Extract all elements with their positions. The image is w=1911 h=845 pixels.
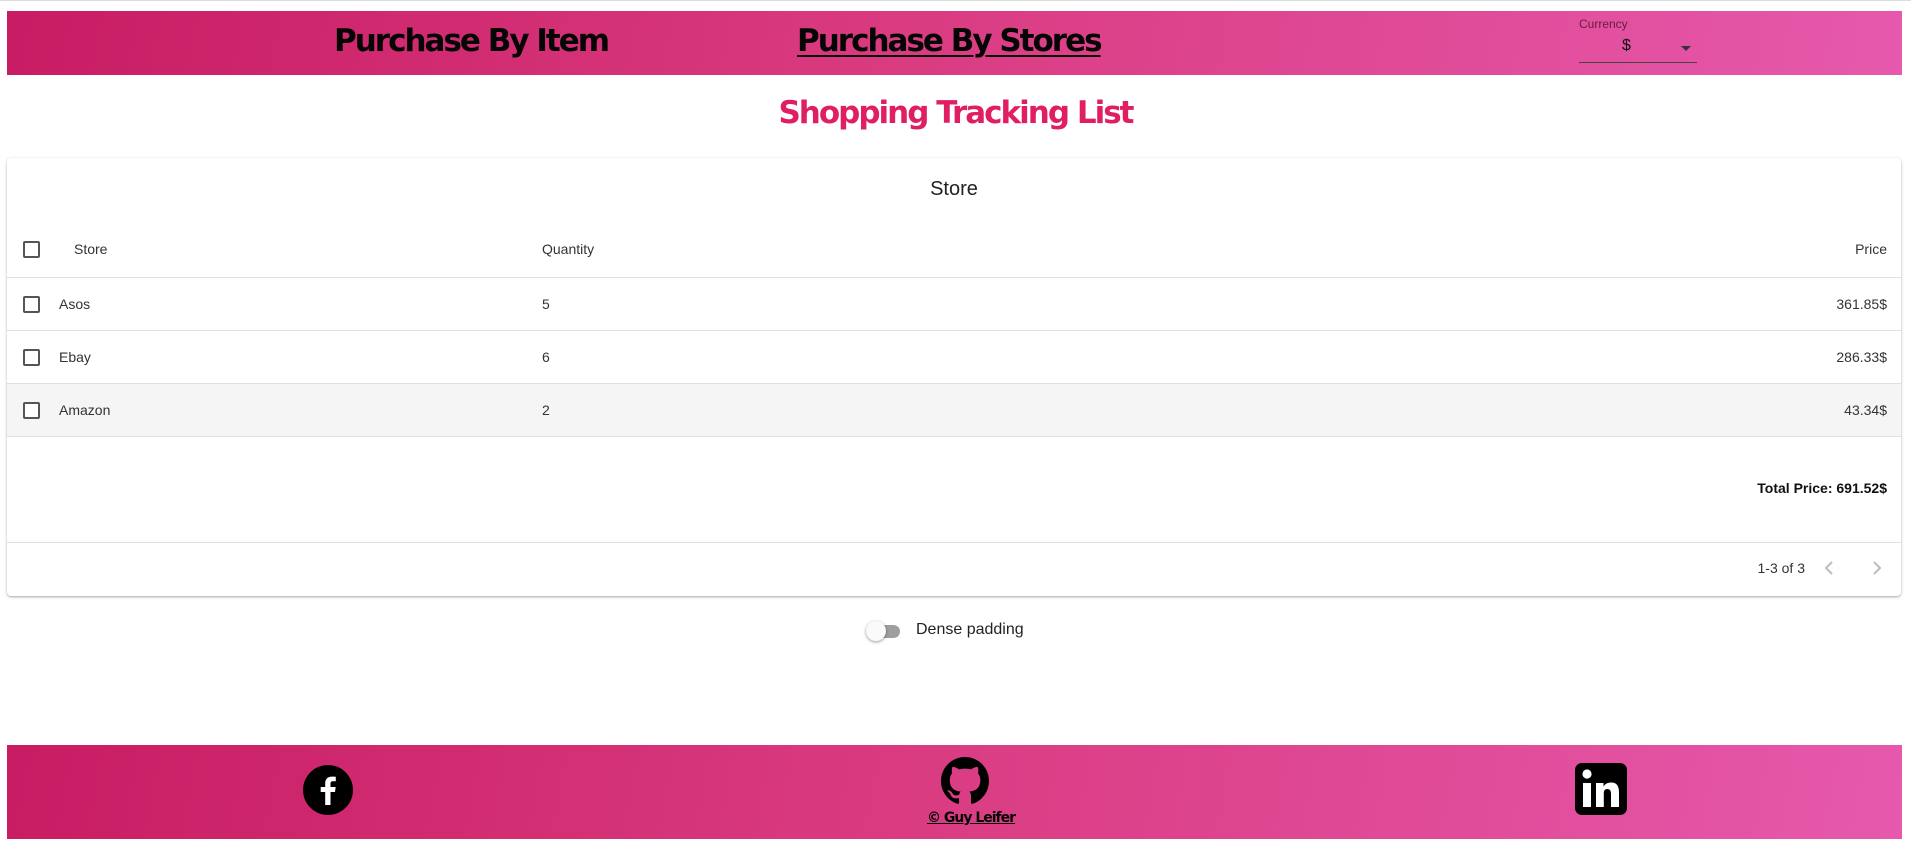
- row-price: 286.33$: [1836, 349, 1887, 365]
- currency-select[interactable]: Currency $: [1579, 17, 1697, 69]
- column-header-store[interactable]: Store: [74, 241, 107, 257]
- header-bar: Purchase By Item Purchase By Stores Curr…: [7, 11, 1902, 75]
- row-price: 43.34$: [1844, 402, 1887, 418]
- nav-purchase-by-item[interactable]: Purchase By Item: [334, 23, 610, 59]
- footer-divider: [7, 542, 1901, 543]
- facebook-icon: [303, 765, 353, 815]
- github-link[interactable]: [941, 757, 989, 805]
- linkedin-icon: [1575, 763, 1627, 815]
- copyright-text[interactable]: © Guy Leifer: [927, 810, 1016, 826]
- currency-label: Currency: [1579, 17, 1628, 31]
- footer-bar: © Guy Leifer: [7, 745, 1902, 839]
- dense-padding-label: Dense padding: [916, 621, 1024, 638]
- row-store: Asos: [59, 296, 91, 312]
- dropdown-arrow-icon[interactable]: [1681, 46, 1691, 51]
- currency-value[interactable]: $: [1622, 37, 1631, 55]
- github-icon: [941, 757, 989, 804]
- row-quantity: 5: [542, 296, 550, 312]
- previous-page-button[interactable]: [1817, 556, 1841, 580]
- column-header-quantity[interactable]: Quantity: [542, 241, 594, 257]
- select-all-checkbox[interactable]: [23, 241, 40, 258]
- row-store: Ebay: [59, 349, 91, 365]
- chevron-right-icon: [1873, 561, 1882, 575]
- row-quantity: 6: [542, 349, 550, 365]
- page-title: Shopping Tracking List: [778, 95, 1134, 131]
- column-header-price[interactable]: Price: [1855, 241, 1887, 257]
- pagination-label: 1-3 of 3: [1757, 560, 1805, 576]
- linkedin-link[interactable]: [1575, 763, 1627, 815]
- facebook-link[interactable]: [303, 765, 353, 815]
- row-checkbox[interactable]: [23, 349, 40, 366]
- next-page-button[interactable]: [1865, 556, 1889, 580]
- table-title: Store: [930, 178, 978, 200]
- total-price: Total Price: 691.52$: [1757, 480, 1887, 496]
- top-border: [0, 0, 1911, 1]
- table-row[interactable]: Asos 5 361.85$: [7, 278, 1901, 331]
- chevron-left-icon: [1824, 561, 1833, 575]
- nav-purchase-by-stores[interactable]: Purchase By Stores: [797, 23, 1103, 59]
- row-checkbox[interactable]: [23, 402, 40, 419]
- currency-underline: [1579, 62, 1697, 63]
- switch-thumb[interactable]: [866, 621, 886, 641]
- table-row[interactable]: Amazon 2 43.34$: [7, 384, 1901, 437]
- row-checkbox[interactable]: [23, 296, 40, 313]
- table-row[interactable]: Ebay 6 286.33$: [7, 331, 1901, 384]
- table-header-row: Store Quantity Price: [7, 223, 1901, 278]
- row-quantity: 2: [542, 402, 550, 418]
- store-table-panel: Store Store Quantity Price Asos 5 361.85…: [7, 158, 1901, 596]
- row-store: Amazon: [59, 402, 111, 418]
- row-price: 361.85$: [1836, 296, 1887, 312]
